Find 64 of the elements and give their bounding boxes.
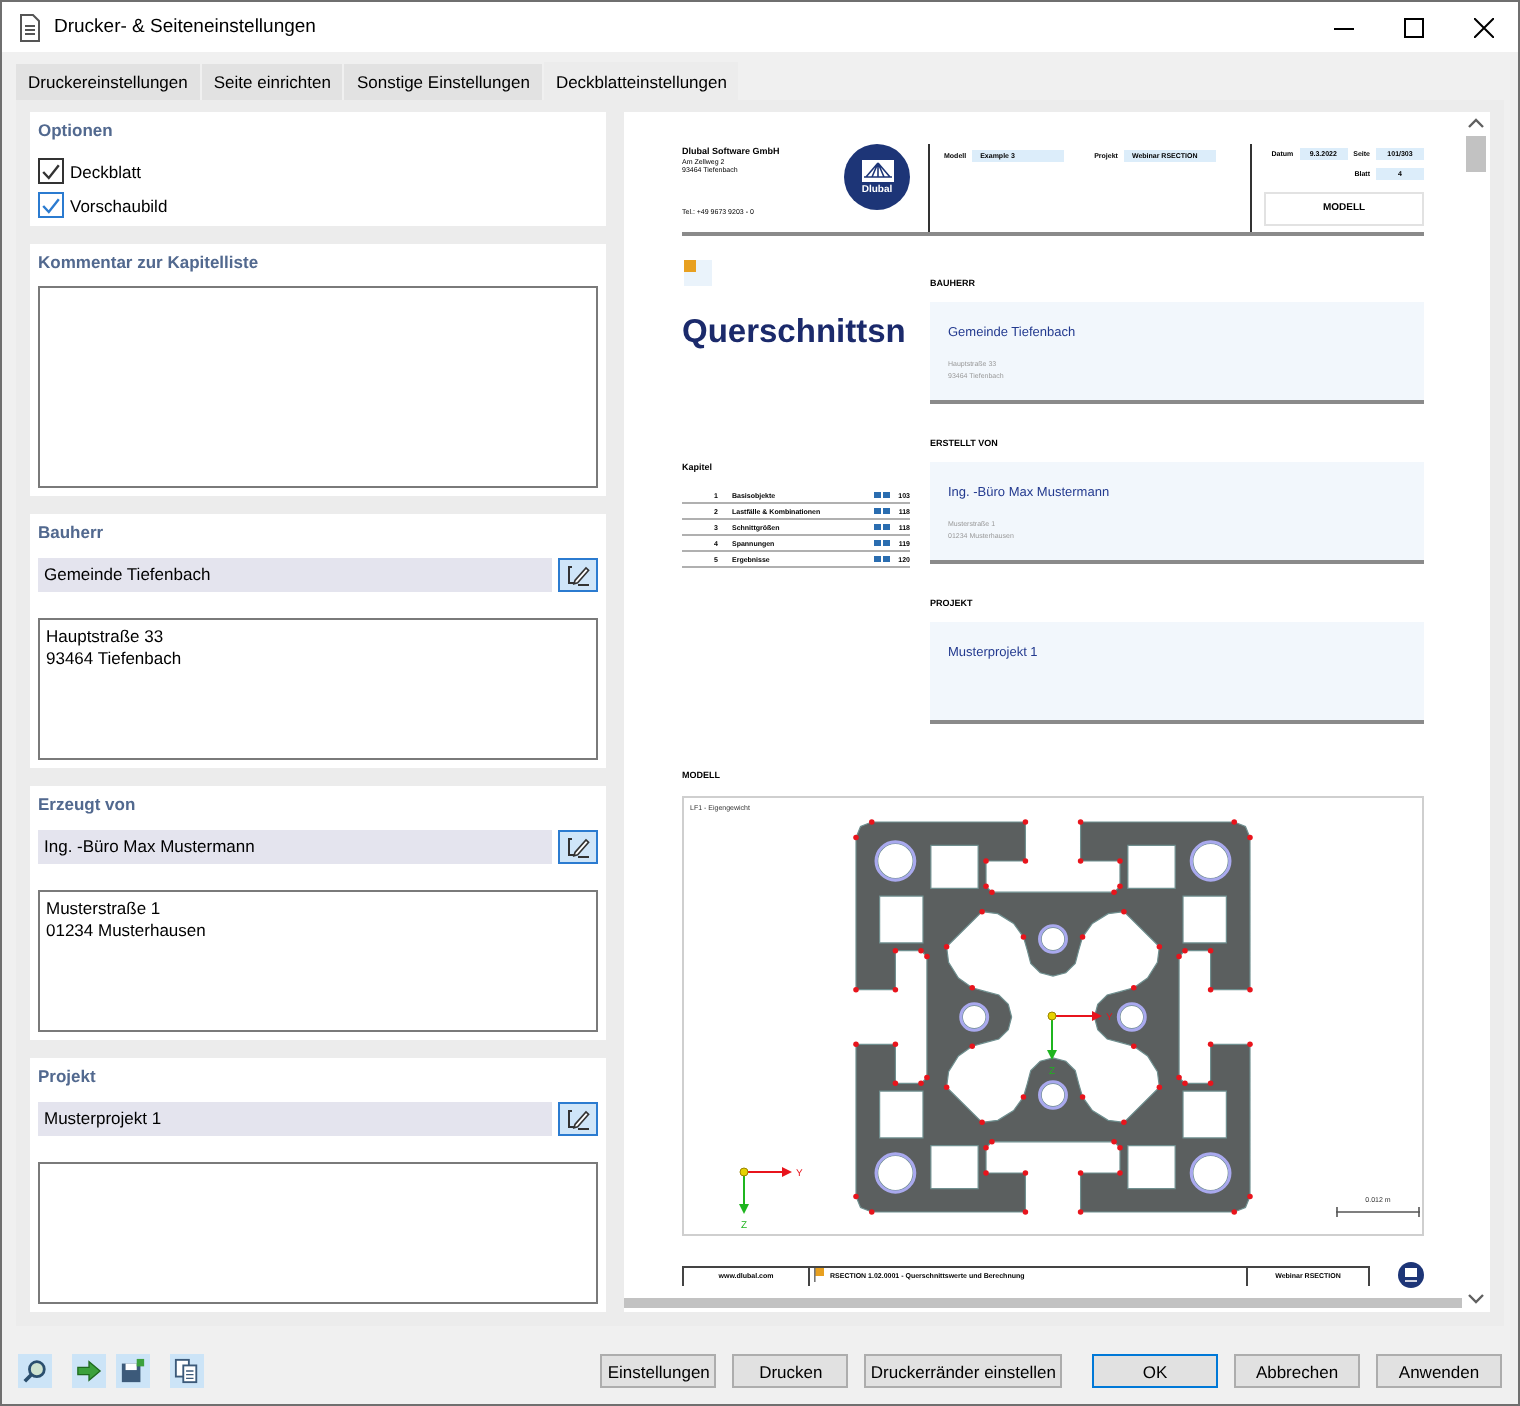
address-field[interactable]: Musterstraße 1 01234 Musterhausen bbox=[38, 890, 598, 1032]
window-title: Drucker- & Seiteneinstellungen bbox=[54, 16, 316, 38]
edit-button[interactable] bbox=[558, 1102, 598, 1136]
tab[interactable]: Deckblatteinstellungen bbox=[543, 62, 739, 100]
section-title: Bauherr bbox=[38, 520, 106, 546]
y-axis-arrow bbox=[743, 1167, 792, 1177]
origin-dot-icon bbox=[1047, 1011, 1057, 1021]
edit-button[interactable] bbox=[558, 830, 598, 864]
maximize-icon bbox=[1403, 17, 1423, 37]
name-field[interactable]: Ing. -Büro Max Mustermann bbox=[38, 830, 552, 864]
close-icon bbox=[1473, 17, 1493, 37]
pencil-icon bbox=[566, 564, 590, 586]
document-title: Querschnittsn bbox=[682, 314, 908, 352]
chevron-down-icon[interactable] bbox=[1468, 1294, 1484, 1304]
logo-icon bbox=[1398, 1262, 1424, 1288]
bridge-icon bbox=[861, 159, 893, 181]
arrow-icon bbox=[76, 1358, 102, 1384]
double-square-icon bbox=[874, 540, 890, 546]
section-title: Optionen bbox=[38, 118, 115, 144]
comment-field[interactable] bbox=[38, 286, 598, 488]
address-field[interactable]: Hauptstraße 33 93464 Tiefenbach bbox=[38, 618, 598, 760]
section-title: Erzeugt von bbox=[38, 792, 138, 818]
checkbox[interactable] bbox=[38, 192, 64, 218]
y-axis-arrow bbox=[1051, 1011, 1102, 1021]
edit-button[interactable] bbox=[558, 558, 598, 592]
document-icon bbox=[18, 13, 42, 41]
checkbox-label[interactable]: Vorschaubild bbox=[70, 195, 168, 215]
dialog-button[interactable]: Einstellungen bbox=[600, 1354, 717, 1388]
double-square-icon bbox=[874, 508, 890, 514]
origin-dot-icon bbox=[739, 1167, 749, 1177]
section-title: Projekt bbox=[38, 1064, 98, 1090]
double-square-icon bbox=[874, 556, 890, 562]
section-title: Kommentar zur Kapitelliste bbox=[38, 250, 261, 276]
z-axis-arrow bbox=[1047, 1015, 1057, 1060]
scale-bar bbox=[1335, 1206, 1421, 1218]
toolbar-button[interactable] bbox=[18, 1354, 52, 1388]
checkbox[interactable] bbox=[38, 158, 64, 184]
pencil-icon bbox=[566, 836, 590, 858]
name-field[interactable]: Musterprojekt 1 bbox=[38, 1102, 552, 1136]
toolbar-button[interactable] bbox=[170, 1354, 204, 1388]
dialog-button[interactable]: OK bbox=[1092, 1354, 1218, 1388]
dialog-button[interactable]: Abbrechen bbox=[1234, 1354, 1360, 1388]
dialog-button[interactable]: Drucken bbox=[732, 1354, 849, 1388]
flag-icon bbox=[814, 1267, 824, 1281]
toolbar-button[interactable] bbox=[116, 1354, 150, 1388]
chevron-up-icon[interactable] bbox=[1468, 118, 1484, 128]
address-field[interactable] bbox=[38, 1162, 598, 1304]
toolbar-button[interactable] bbox=[72, 1354, 106, 1388]
tab[interactable]: Seite einrichten bbox=[201, 64, 343, 100]
tab[interactable]: Sonstige Einstellungen bbox=[344, 64, 542, 100]
double-square-icon bbox=[874, 492, 890, 498]
scrollbar-thumb[interactable] bbox=[1466, 136, 1486, 172]
dialog-button[interactable]: Anwenden bbox=[1376, 1354, 1502, 1388]
checkbox-label[interactable]: Deckblatt bbox=[70, 161, 141, 181]
dialog-button[interactable]: Druckerränder einstellen bbox=[864, 1354, 1062, 1388]
name-field[interactable]: Gemeinde Tiefenbach bbox=[38, 558, 552, 592]
tab[interactable]: Druckereinstellungen bbox=[16, 64, 200, 100]
magnifier-icon bbox=[22, 1358, 48, 1384]
z-axis-arrow bbox=[739, 1171, 749, 1214]
accent-icon bbox=[684, 260, 712, 286]
double-square-icon bbox=[874, 524, 890, 530]
documents-icon bbox=[174, 1358, 200, 1384]
pencil-icon bbox=[566, 1108, 590, 1130]
scrollbar-thumb[interactable] bbox=[624, 1298, 1462, 1308]
